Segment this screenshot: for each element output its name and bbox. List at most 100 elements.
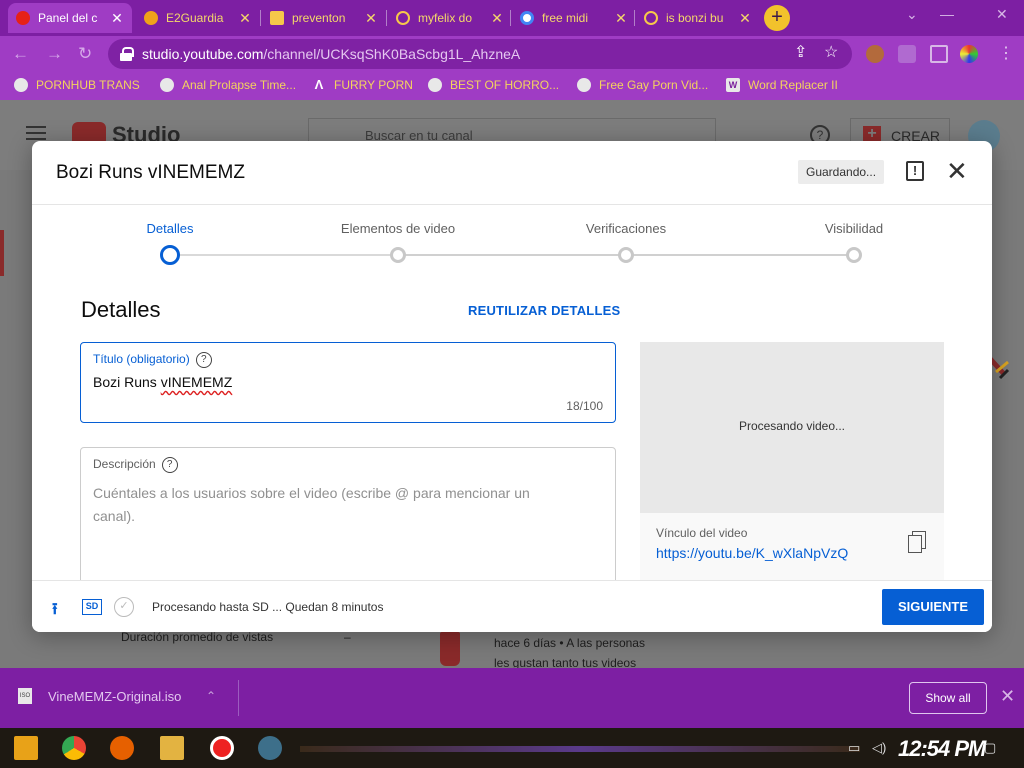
title-input[interactable]: Bozi Runs vINEMEMZ: [93, 374, 232, 390]
firefox-icon[interactable]: [110, 736, 134, 760]
chrome-icon[interactable]: [62, 736, 86, 760]
more-menu-icon[interactable]: ⋮: [998, 43, 1014, 63]
bookmark-item[interactable]: PORNHUB TRANS: [14, 78, 140, 92]
bookmark-item[interactable]: Anal Prolapse Time...: [160, 78, 296, 92]
notifications-icon[interactable]: ▢: [984, 740, 996, 756]
network-icon[interactable]: ▭: [848, 740, 860, 756]
tab-search-chevron-icon[interactable]: ⌄: [906, 6, 918, 23]
taskbar: ▭ ◁) 12:54 PM ▢: [0, 728, 1024, 768]
bookmark-item[interactable]: Free Gay Porn Vid...: [577, 78, 708, 92]
close-tab-icon[interactable]: ✕: [110, 10, 124, 27]
step-video-elements-label[interactable]: Elementos de video: [341, 221, 455, 236]
help-icon[interactable]: ?: [161, 457, 178, 473]
extensions-puzzle-icon[interactable]: [898, 45, 916, 63]
step-visibility-dot[interactable]: [846, 247, 862, 263]
taskbar-clock[interactable]: 12:54 PM: [898, 736, 986, 762]
bookmark-item[interactable]: W Word Replacer II: [726, 78, 838, 92]
address-bar[interactable]: studio.youtube.com/channel/UCKsqShK0BaSc…: [108, 39, 852, 69]
close-tab-icon[interactable]: ✕: [238, 10, 252, 27]
browser-tab-strip: Panel del c ✕ E2Guardia ✕ preventon ✕ my…: [0, 0, 1024, 36]
dialog-title: Bozi Runs vINEMEMZ: [56, 162, 245, 183]
video-link-url[interactable]: https://youtu.be/K_wXlaNpVzQ: [656, 545, 848, 561]
step-details-label[interactable]: Detalles: [147, 221, 194, 236]
tab-title: free midi: [542, 11, 589, 25]
close-tab-icon[interactable]: ✕: [614, 10, 628, 27]
tab-separator: [386, 10, 387, 26]
e2guardian-favicon-icon: [144, 11, 158, 25]
reuse-details-button[interactable]: REUTILIZAR DETALLES: [468, 303, 620, 318]
processing-video-label: Procesando video...: [738, 419, 846, 433]
close-tab-icon[interactable]: ✕: [738, 10, 752, 27]
extension-badge-icon[interactable]: [960, 45, 978, 63]
file-explorer-icon[interactable]: [160, 736, 184, 760]
show-all-button[interactable]: Show all: [909, 682, 987, 714]
close-window-icon[interactable]: ✕: [996, 6, 1008, 23]
step-visibility-label[interactable]: Visibilidad: [825, 221, 883, 236]
profile-avatar-icon[interactable]: [866, 45, 884, 63]
description-placeholder[interactable]: Cuéntales a los usuarios sobre el video …: [93, 482, 573, 528]
video-preview: Procesando video...: [640, 342, 944, 513]
bookmark-item[interactable]: Λ FURRY PORN: [312, 78, 413, 93]
globe-icon: [160, 78, 174, 92]
step-checks-label[interactable]: Verificaciones: [586, 221, 666, 236]
url-path: /channel/UCKsqShK0BaScbg1L_AhzneA: [263, 46, 521, 62]
search-favicon-icon: [644, 11, 658, 25]
share-icon[interactable]: ⇪: [794, 42, 807, 62]
copy-icon[interactable]: [908, 531, 926, 553]
download-file-name: VineMEMZ-Original.iso: [48, 688, 182, 704]
start-button-icon[interactable]: [14, 736, 38, 760]
upload-arrow-icon[interactable]: ⭱: [52, 598, 58, 625]
video-link-box: Vínculo del video https://youtu.be/K_wXl…: [640, 513, 944, 583]
close-dialog-icon[interactable]: ✕: [946, 158, 968, 184]
back-icon[interactable]: ←: [12, 44, 29, 64]
sd-icon[interactable]: SD: [82, 599, 102, 615]
title-field[interactable]: Título (obligatorio)? Bozi Runs vINEMEMZ…: [80, 342, 616, 423]
tab-free-midi[interactable]: free midi ✕: [512, 3, 636, 33]
minimize-icon[interactable]: —: [940, 6, 954, 22]
help-icon[interactable]: ?: [195, 352, 212, 368]
iso-file-icon: ISO: [18, 688, 32, 704]
close-tab-icon[interactable]: ✕: [490, 10, 504, 27]
forward-icon[interactable]: →: [46, 44, 63, 64]
globe-icon: [428, 78, 442, 92]
wr-icon: W: [726, 78, 740, 92]
bookmark-item[interactable]: BEST OF HORRO...: [428, 78, 559, 92]
reload-icon[interactable]: ↻: [78, 44, 92, 64]
step-checks-dot[interactable]: [618, 247, 634, 263]
tab-separator: [260, 10, 261, 26]
close-tab-icon[interactable]: ✕: [364, 10, 378, 27]
metric-value: –: [344, 630, 351, 644]
upload-stepper: Detalles Elementos de video Verificacion…: [32, 205, 992, 275]
volume-icon[interactable]: ◁): [872, 740, 886, 756]
stepper-line: [626, 254, 854, 256]
download-item[interactable]: ISO VineMEMZ-Original.iso: [18, 688, 181, 704]
chevron-up-icon[interactable]: ⌃: [206, 689, 216, 703]
feedback-icon[interactable]: !: [906, 161, 924, 181]
tab-preventon[interactable]: preventon ✕: [262, 3, 386, 33]
browser-toolbar: ← → ↻ studio.youtube.com/channel/UCKsqSh…: [0, 36, 1024, 72]
tab-myfelix[interactable]: myfelix do ✕: [388, 3, 512, 33]
section-title: Detalles: [81, 297, 161, 322]
bookmark-star-icon[interactable]: ☆: [824, 42, 838, 62]
step-video-elements-dot[interactable]: [390, 247, 406, 263]
next-button[interactable]: SIGUIENTE: [882, 589, 984, 625]
url-text: studio.youtube.com/channel/UCKsqShK0BaSc…: [142, 46, 520, 62]
close-download-bar-icon[interactable]: ✕: [1000, 686, 1015, 707]
tab-bonzi[interactable]: is bonzi bu ✕: [636, 3, 760, 33]
tab-youtube-studio[interactable]: Panel del c ✕: [8, 3, 132, 33]
video-link-label: Vínculo del video: [656, 526, 748, 540]
menu-icon[interactable]: [26, 126, 46, 140]
record-icon[interactable]: [210, 736, 234, 760]
bookmark-label: PORNHUB TRANS: [36, 78, 140, 92]
tab-title: Panel del c: [38, 11, 98, 25]
description-field[interactable]: Descripción? Cuéntales a los usuarios so…: [80, 447, 616, 597]
checks-icon[interactable]: ✓: [114, 597, 134, 617]
tab-separator: [634, 10, 635, 26]
comment-line: hace 6 días • A las personas: [494, 636, 645, 650]
game-icon[interactable]: [258, 736, 282, 760]
new-tab-button[interactable]: +: [764, 5, 790, 31]
step-details-dot[interactable]: [160, 245, 180, 265]
tab-e2guardian[interactable]: E2Guardia ✕: [136, 3, 260, 33]
lock-icon[interactable]: [120, 47, 134, 61]
side-panel-icon[interactable]: [930, 45, 948, 63]
